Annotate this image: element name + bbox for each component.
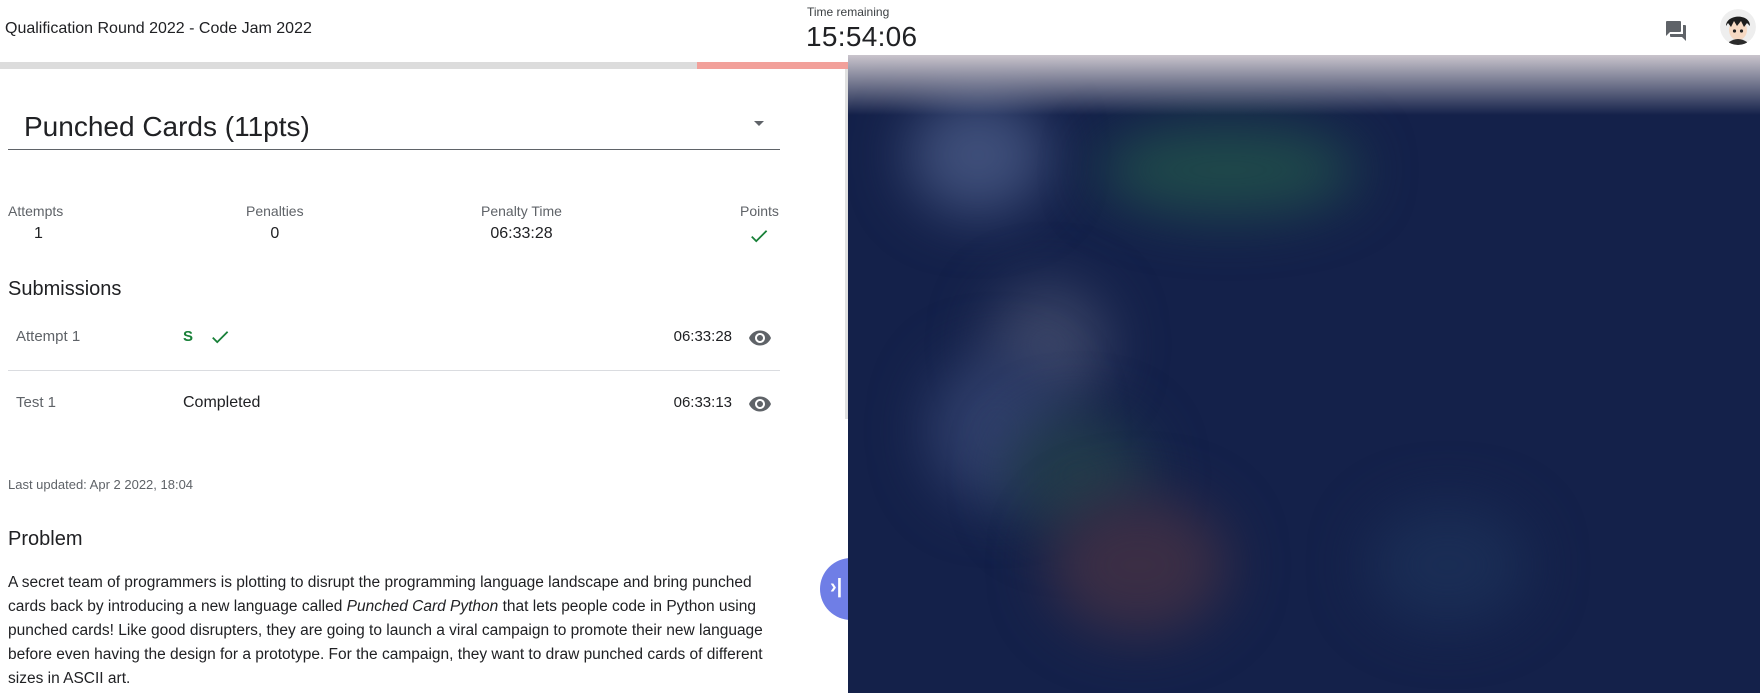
submission-row: Test 1 Completed 06:33:13: [8, 371, 780, 437]
top-bar: Qualification Round 2022 - Code Jam 2022…: [0, 0, 1760, 62]
submission-row: Attempt 1 S 06:33:28: [8, 305, 780, 371]
stat-penalties-label: Penalties: [246, 203, 304, 219]
submission-verdict: S: [183, 328, 194, 345]
eye-icon[interactable]: [748, 392, 772, 416]
contest-title: Qualification Round 2022 - Code Jam 2022: [5, 20, 312, 37]
eye-icon[interactable]: [748, 326, 772, 350]
stat-attempts-value: 1: [34, 225, 43, 242]
submission-name: Test 1: [16, 394, 57, 411]
check-icon: [740, 225, 779, 252]
timer-value: 15:54:06: [806, 21, 918, 52]
stat-attempts-label: Attempts: [8, 203, 64, 219]
submission-time: 06:33:13: [673, 394, 732, 411]
stat-penalties: Penalties 0: [246, 203, 304, 243]
submission-time: 06:33:28: [673, 328, 732, 345]
problem-select[interactable]: Punched Cards (11pts): [8, 107, 780, 150]
stat-penalties-value: 0: [270, 225, 280, 242]
stat-points: Points: [740, 203, 779, 252]
check-icon: [209, 326, 231, 348]
timer-label: Time remaining: [807, 5, 890, 19]
problem-text-emphasis: Punched Card Python: [346, 598, 499, 615]
submission-status: Completed: [183, 394, 261, 411]
chat-icon[interactable]: [1664, 19, 1688, 43]
avatar[interactable]: [1720, 9, 1756, 45]
submissions-heading: Submissions: [8, 278, 122, 300]
problem-title: Punched Cards (11pts): [24, 111, 310, 142]
last-updated: Last updated: Apr 2 2022, 18:04: [8, 477, 194, 492]
problem-heading: Problem: [8, 528, 83, 550]
collapse-panel-icon: ›|: [830, 576, 843, 598]
stat-points-label: Points: [740, 203, 779, 219]
submission-name: Attempt 1: [16, 328, 81, 345]
blur-haze: [848, 55, 1760, 115]
problem-panel: Punched Cards (11pts) Attempts 1 Penalti…: [0, 69, 882, 693]
chevron-down-icon: [754, 121, 764, 126]
stat-penalty-time: Penalty Time 06:33:28: [481, 203, 562, 243]
round-progress-fill: [697, 62, 848, 69]
stat-attempts: Attempts 1: [8, 203, 63, 243]
stat-penalty-time-label: Penalty Time: [481, 203, 562, 219]
stat-penalty-time-value: 06:33:28: [490, 225, 553, 242]
blurred-editor-panel: [848, 55, 1760, 693]
problem-statement: A secret team of programmers is plotting…: [8, 571, 768, 691]
